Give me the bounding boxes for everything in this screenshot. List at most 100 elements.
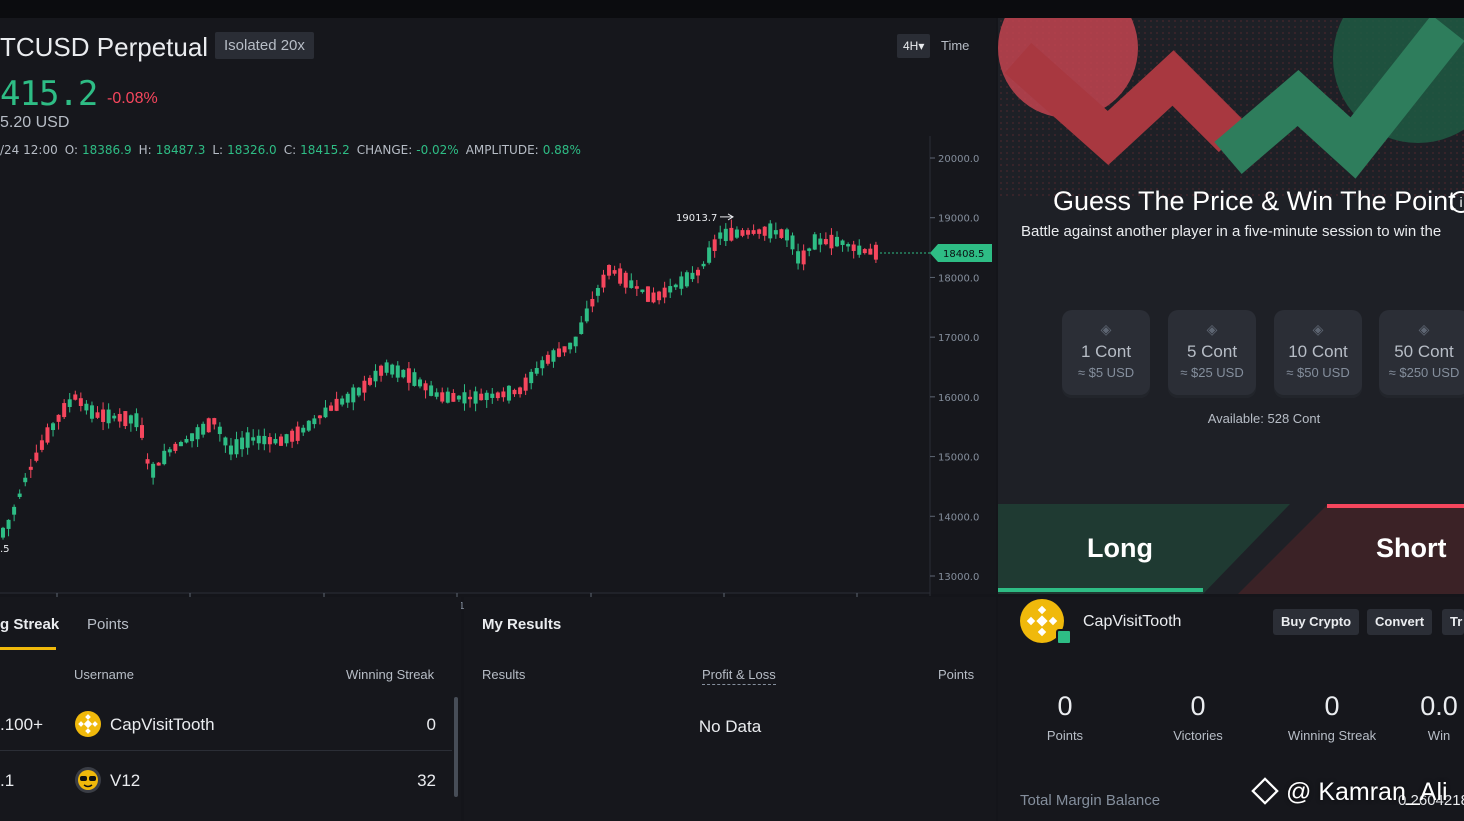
- candle-body: [451, 392, 456, 402]
- candle-body: [540, 360, 545, 369]
- candle-body: [379, 365, 384, 376]
- candle-body: [857, 245, 862, 255]
- candle-body: [329, 405, 334, 411]
- candle-body: [317, 415, 322, 419]
- candle-body: [162, 450, 167, 465]
- candle-body: [117, 413, 122, 422]
- stat-value: 0.0: [1420, 691, 1458, 721]
- candle-body: [851, 244, 856, 251]
- candle-body: [529, 371, 534, 384]
- candle-body: [440, 392, 445, 402]
- scrollbar[interactable]: [454, 697, 458, 797]
- candle-body: [779, 229, 784, 238]
- candle-body: [284, 434, 289, 444]
- user-name: CapVisitTooth: [1083, 613, 1182, 630]
- candlestick-chart[interactable]: 20000.0 19000.0 18000.0 17000.0 16000.0 15000…: [0, 36, 996, 612]
- watermark: @ Kamran_Ali: [1251, 777, 1448, 807]
- row-username: V12: [110, 771, 141, 790]
- candle-body: [306, 420, 311, 431]
- candle-body: [679, 276, 684, 289]
- candle-body: [634, 286, 639, 289]
- candle-body: [178, 441, 183, 447]
- candle-body: [367, 377, 372, 385]
- candle-body: [362, 380, 367, 393]
- candle-body: [696, 269, 700, 276]
- watermark-text: @ Kamran_Ali: [1286, 778, 1448, 806]
- candle-body: [223, 437, 228, 446]
- candle-body: [395, 365, 400, 378]
- row-streak: 32: [417, 771, 436, 790]
- candle-body: [423, 383, 428, 391]
- candle-body: [134, 413, 139, 428]
- candle-body: [89, 405, 94, 419]
- y-tick-label: 17000.0: [938, 333, 979, 344]
- cont-diamond-icon: ◈: [1418, 321, 1430, 337]
- results-title: My Results: [482, 616, 562, 633]
- candle-body: [62, 403, 67, 418]
- convert-button[interactable]: Convert: [1367, 609, 1433, 635]
- candle-body: [101, 409, 106, 422]
- candle-body: [846, 244, 851, 247]
- candle-body: [607, 264, 612, 276]
- stat-winning-streak: 0 Winning Streak: [1277, 691, 1387, 743]
- candle-body: [623, 272, 628, 288]
- tab-winning-streak[interactable]: g Streak: [0, 616, 59, 633]
- candle-body: [6, 519, 11, 529]
- candle-body: [801, 250, 806, 265]
- y-tick-label: 15000.0: [938, 453, 979, 464]
- transfer-button[interactable]: Tr: [1442, 609, 1464, 635]
- candle-body: [262, 435, 267, 445]
- candle-body: [56, 414, 61, 422]
- total-margin-label: Total Margin Balance: [1020, 792, 1161, 809]
- stat-value: 0: [1190, 691, 1206, 721]
- candle-body: [1, 527, 5, 538]
- candle-body: [151, 463, 156, 478]
- candle-body: [468, 396, 473, 400]
- candle-body: [640, 289, 645, 293]
- candle-body: [773, 230, 778, 235]
- candle-body: [290, 430, 295, 442]
- candle-body: [751, 230, 756, 234]
- cont-option-10[interactable]: ◈ 10 Cont ≈ $50 USD: [1274, 310, 1362, 398]
- tab-points[interactable]: Points: [87, 616, 129, 633]
- my-results-panel: My Results Results Profit & Loss Points …: [464, 597, 996, 821]
- cont-option-5[interactable]: ◈ 5 Cont ≈ $25 USD: [1168, 310, 1256, 398]
- leaderboard-row[interactable]: .100+ CapVisitTooth 0: [0, 697, 452, 751]
- col-winning-streak: Winning Streak: [346, 667, 435, 682]
- stat-win-rate: 0.0 Win: [1394, 691, 1464, 743]
- candle-body: [673, 284, 678, 288]
- candle-body: [484, 392, 489, 401]
- candle-body: [545, 354, 550, 364]
- col-profit-loss[interactable]: Profit & Loss: [702, 667, 776, 685]
- cont-usd: ≈ $5 USD: [1077, 365, 1135, 380]
- buy-crypto-button[interactable]: Buy Crypto: [1273, 609, 1360, 635]
- candle-body: [279, 436, 283, 446]
- cont-diamond-icon: ◈: [1312, 321, 1324, 337]
- candle-body: [757, 229, 762, 234]
- cont-label: 1 Cont: [1080, 342, 1132, 361]
- candle-body: [23, 477, 28, 483]
- candle-body: [506, 385, 511, 401]
- col-username: Username: [74, 667, 134, 682]
- candle-body: [167, 449, 172, 453]
- candle-body: [740, 230, 745, 236]
- cont-option-1[interactable]: ◈ 1 Cont ≈ $5 USD: [1062, 310, 1150, 398]
- candle-body: [618, 268, 623, 284]
- stat-label: Points: [1046, 728, 1084, 743]
- row-username: CapVisitTooth: [110, 715, 215, 734]
- cont-option-50[interactable]: ◈ 50 Cont ≈ $250 USD: [1379, 310, 1464, 398]
- candle-body: [784, 229, 789, 241]
- candle-body: [106, 409, 111, 424]
- candle-body: [12, 506, 17, 515]
- candle-body: [512, 389, 517, 395]
- candle-body: [128, 415, 133, 424]
- candle-body: [862, 249, 867, 254]
- cont-usd: ≈ $50 USD: [1286, 365, 1350, 380]
- candle-body: [762, 226, 767, 236]
- avatar: [75, 711, 101, 737]
- candle-body: [67, 399, 72, 407]
- candle-body: [45, 427, 50, 443]
- candle-body: [495, 392, 500, 399]
- leaderboard-row[interactable]: .1 V12 32: [0, 753, 452, 807]
- candle-body: [473, 391, 478, 404]
